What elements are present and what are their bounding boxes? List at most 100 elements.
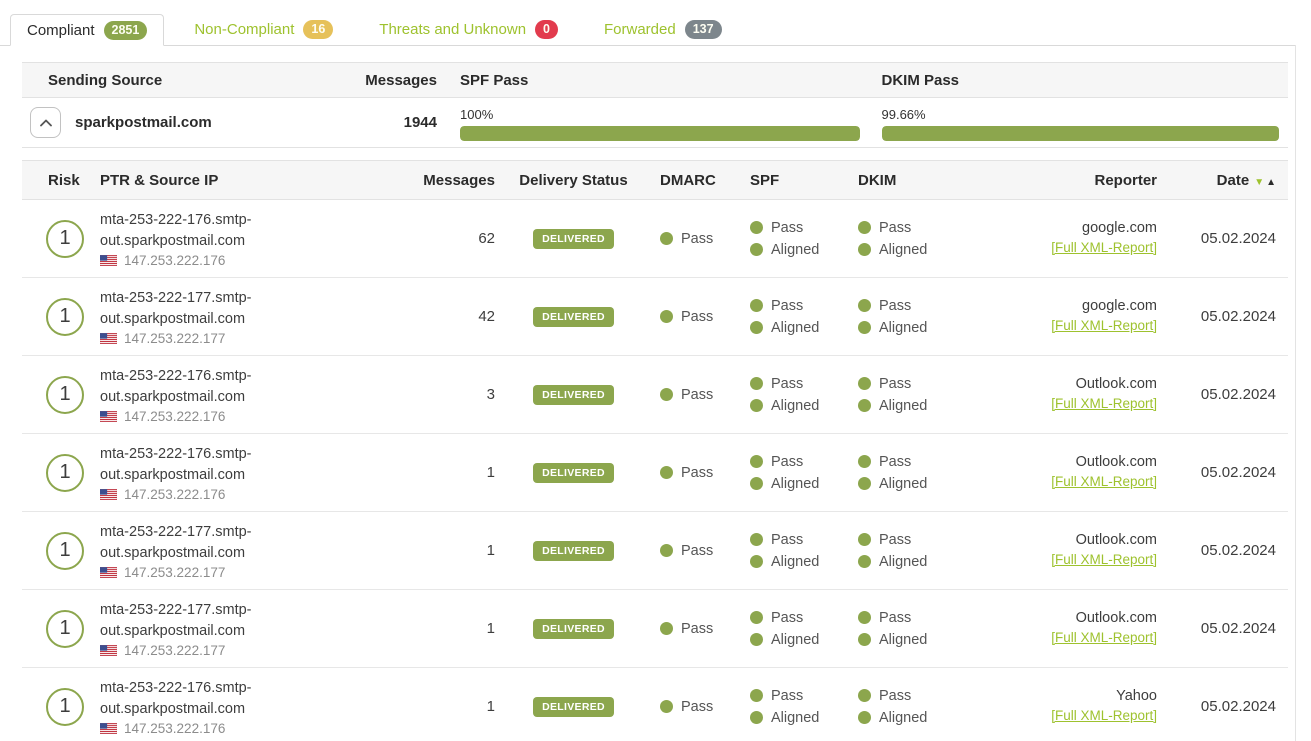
full-xml-report-link[interactable]: [Full XML-Report]	[1051, 708, 1157, 723]
dkim-pass-label: Pass	[879, 610, 911, 626]
source-ip: 147.253.222.176	[124, 721, 225, 736]
risk-cell: 1	[22, 220, 100, 258]
reporter-cell: Yahoo [Full XML-Report]	[980, 688, 1165, 725]
full-xml-report-link[interactable]: [Full XML-Report]	[1051, 552, 1157, 567]
report-date: 05.02.2024	[1165, 464, 1288, 481]
dkim-aligned-dot	[858, 321, 871, 334]
reporter-domain: google.com	[980, 298, 1157, 314]
risk-score-badge: 1	[46, 532, 84, 570]
message-count: 1	[410, 464, 497, 481]
dmarc-cell: Pass	[650, 387, 740, 403]
ptr-source-ip-cell: mta-253-222-177.smtp-out.sparkpostmail.c…	[100, 600, 410, 658]
sending-source-domain: sparkpostmail.com	[75, 114, 212, 131]
message-count: 62	[410, 230, 497, 247]
reporter-cell: Outlook.com [Full XML-Report]	[980, 532, 1165, 569]
tab-forwarded-count-badge: 137	[685, 20, 722, 39]
panel-right-border	[1295, 45, 1296, 741]
risk-score-badge: 1	[46, 298, 84, 336]
header-delivery-status: Delivery Status	[497, 172, 650, 189]
spf-cell: Pass Aligned	[740, 220, 850, 258]
dkim-pass-label: Pass	[879, 532, 911, 548]
reporter-cell: Outlook.com [Full XML-Report]	[980, 376, 1165, 413]
delivered-badge: DELIVERED	[533, 541, 614, 561]
full-xml-report-link[interactable]: [Full XML-Report]	[1051, 318, 1157, 333]
ptr-hostname: mta-253-222-176.smtp-out.sparkpostmail.c…	[100, 210, 275, 252]
spf-cell: Pass Aligned	[740, 298, 850, 336]
tab-forwarded[interactable]: Forwarded 137	[588, 13, 738, 45]
dkim-pass-dot	[858, 455, 871, 468]
reporter-cell: google.com [Full XML-Report]	[980, 298, 1165, 335]
table-body: 1 mta-253-222-176.smtp-out.sparkpostmail…	[22, 200, 1288, 741]
spf-aligned-label: Aligned	[771, 710, 819, 726]
source-ip: 147.253.222.177	[124, 565, 225, 580]
delivered-badge: DELIVERED	[533, 463, 614, 483]
dkim-pass-cell: 99.66%	[868, 105, 1289, 141]
us-flag-icon	[100, 255, 117, 266]
sort-descending-icon[interactable]: ▼	[1254, 177, 1264, 188]
dkim-aligned-label: Aligned	[879, 710, 927, 726]
summary-header-messages: Messages	[352, 72, 447, 89]
spf-aligned-dot	[750, 711, 763, 724]
ptr-source-ip-cell: mta-253-222-177.smtp-out.sparkpostmail.c…	[100, 522, 410, 580]
full-xml-report-link[interactable]: [Full XML-Report]	[1051, 630, 1157, 645]
tab-compliant-label: Compliant	[27, 22, 95, 39]
spf-aligned-dot	[750, 399, 763, 412]
summary-row: sparkpostmail.com 1944 100% 99.66%	[22, 98, 1288, 148]
header-dkim: DKIM	[850, 172, 980, 189]
dmarc-pass-label: Pass	[681, 699, 713, 715]
delivered-badge: DELIVERED	[533, 697, 614, 717]
spf-pass-dot	[750, 299, 763, 312]
collapse-source-button[interactable]	[30, 107, 61, 138]
dkim-cell: Pass Aligned	[850, 376, 980, 414]
ptr-hostname: mta-253-222-177.smtp-out.sparkpostmail.c…	[100, 522, 275, 564]
table-row: 1 mta-253-222-177.smtp-out.sparkpostmail…	[22, 278, 1288, 356]
dkim-pass-label: Pass	[879, 220, 911, 236]
spf-aligned-label: Aligned	[771, 320, 819, 336]
spf-pass-dot	[750, 221, 763, 234]
risk-cell: 1	[22, 454, 100, 492]
delivery-status-cell: DELIVERED	[497, 385, 650, 405]
summary-header-sending-source: Sending Source	[22, 72, 352, 89]
full-xml-report-link[interactable]: [Full XML-Report]	[1051, 396, 1157, 411]
spf-pass-bar	[460, 126, 860, 141]
chevron-up-icon	[40, 115, 52, 130]
tab-non-compliant[interactable]: Non-Compliant 16	[178, 13, 349, 45]
tab-threats-and-unknown[interactable]: Threats and Unknown 0	[363, 13, 574, 45]
dkim-pass-dot	[858, 221, 871, 234]
dkim-aligned-label: Aligned	[879, 242, 927, 258]
spf-cell: Pass Aligned	[740, 610, 850, 648]
spf-pass-dot	[750, 377, 763, 390]
full-xml-report-link[interactable]: [Full XML-Report]	[1051, 474, 1157, 489]
dmarc-cell: Pass	[650, 231, 740, 247]
dkim-aligned-label: Aligned	[879, 320, 927, 336]
spf-pass-dot	[750, 611, 763, 624]
risk-score-badge: 1	[46, 454, 84, 492]
dkim-cell: Pass Aligned	[850, 220, 980, 258]
tab-non-compliant-label: Non-Compliant	[194, 21, 294, 38]
dmarc-pass-dot	[660, 232, 673, 245]
spf-pass-label: Pass	[771, 688, 803, 704]
ptr-source-ip-cell: mta-253-222-176.smtp-out.sparkpostmail.c…	[100, 678, 410, 736]
delivery-status-cell: DELIVERED	[497, 541, 650, 561]
source-ip: 147.253.222.177	[124, 643, 225, 658]
spf-cell: Pass Aligned	[740, 532, 850, 570]
compliance-report-page: Compliant 2851 Non-Compliant 16 Threats …	[0, 0, 1311, 741]
tab-threats-label: Threats and Unknown	[379, 21, 526, 38]
dmarc-pass-dot	[660, 310, 673, 323]
spf-aligned-dot	[750, 321, 763, 334]
dkim-pass-dot	[858, 533, 871, 546]
sort-ascending-icon[interactable]: ▲	[1266, 177, 1276, 188]
delivery-status-cell: DELIVERED	[497, 229, 650, 249]
header-messages: Messages	[410, 172, 497, 189]
tab-compliant[interactable]: Compliant 2851	[10, 14, 164, 46]
ptr-source-ip-cell: mta-253-222-176.smtp-out.sparkpostmail.c…	[100, 444, 410, 502]
dkim-aligned-label: Aligned	[879, 476, 927, 492]
sending-source-summary: Sending Source Messages SPF Pass DKIM Pa…	[22, 62, 1288, 741]
dmarc-cell: Pass	[650, 699, 740, 715]
full-xml-report-link[interactable]: [Full XML-Report]	[1051, 240, 1157, 255]
dkim-cell: Pass Aligned	[850, 610, 980, 648]
risk-cell: 1	[22, 688, 100, 726]
spf-pass-dot	[750, 455, 763, 468]
spf-pass-dot	[750, 689, 763, 702]
dkim-pass-dot	[858, 299, 871, 312]
